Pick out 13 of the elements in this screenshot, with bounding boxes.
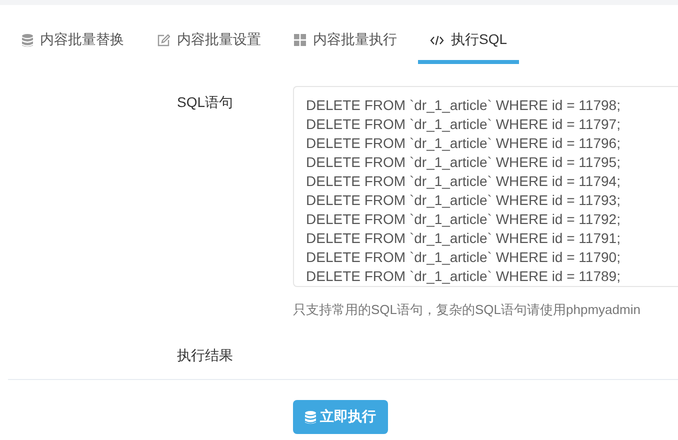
tab[interactable]: 内容批量设置 — [145, 25, 273, 64]
database-icon — [22, 34, 33, 46]
tab[interactable]: 内容批量执行 — [282, 25, 409, 64]
code-icon — [430, 34, 444, 46]
sql-label: SQL语句 — [176, 93, 234, 112]
edit-icon — [157, 34, 170, 46]
sql-field[interactable]: DELETE FROM `dr_1_article` WHERE id = 11798; DELETE FROM `dr_1_article` WHERE id = 11797; DELETE FROM `dr_1_article` WHERE id = 11796; DELETE FROM `dr_1_article` WHERE id = 11795; DELETE FROM `dr_1_article` WHERE id = 11794; DELETE FROM `dr_1_article` WHERE id = 11793; DELETE FROM `dr_1_article` WHERE id = 11792; DELETE FROM `dr_1_article` WHERE id = 11791; DELETE FROM `dr_1_article` WHERE id = 11790; DELETE FROM `dr_1_article` WHERE id = 11789; — [293, 86, 678, 287]
result-label: 执行结果 — [176, 347, 234, 365]
tab[interactable]: 内容批量替换 — [10, 25, 136, 64]
tab[interactable]: 执行SQL — [418, 25, 520, 64]
grid-icon — [294, 34, 306, 46]
database-icon — [305, 410, 316, 424]
hint-text: 只支持常用的SQL语句，复杂的SQL语句请使用phpmyadmin — [293, 301, 640, 319]
